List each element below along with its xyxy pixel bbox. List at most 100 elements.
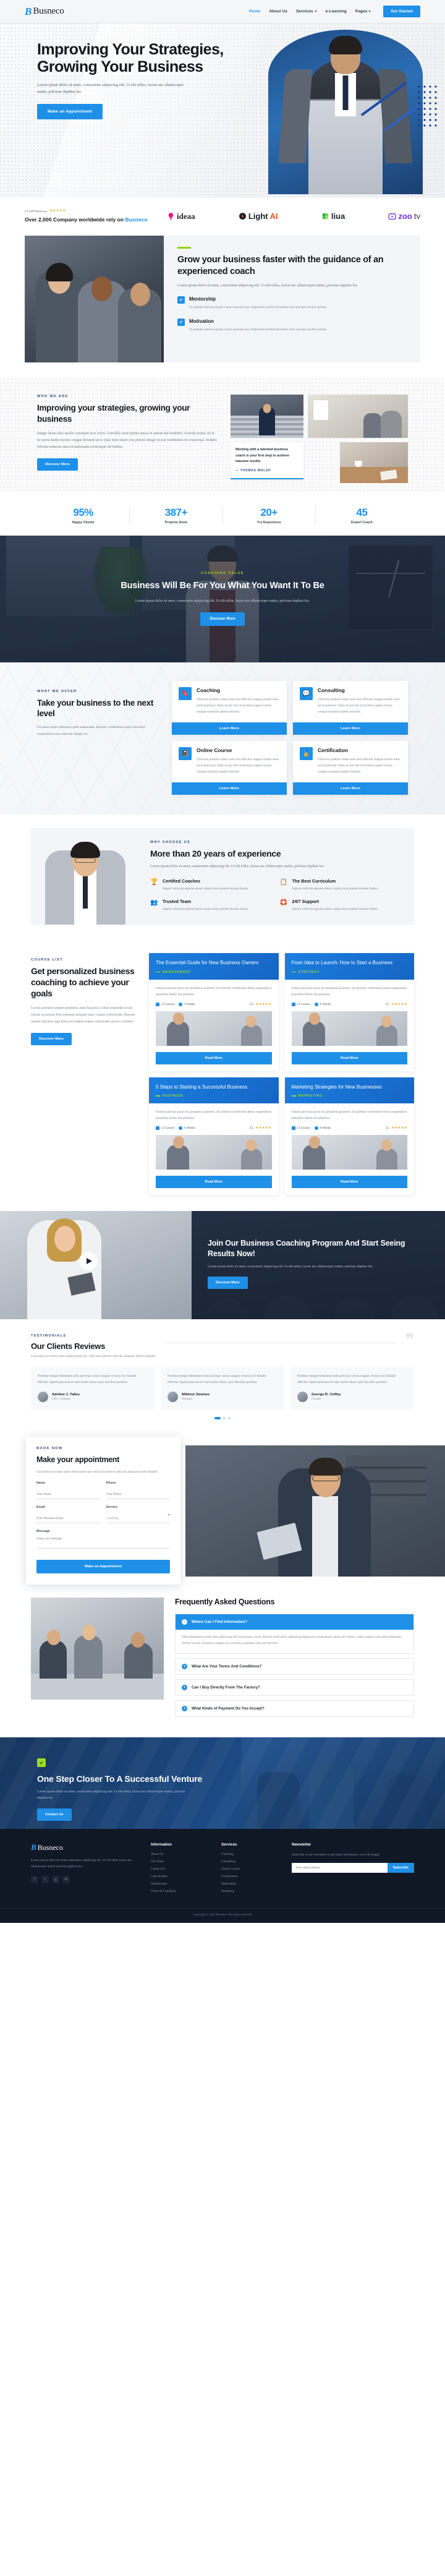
star-rating-icon: ★★★★★ bbox=[391, 1002, 407, 1006]
service-card-certification[interactable]: 🏅 Certification Ultricies porttitor diam… bbox=[293, 740, 408, 795]
nav-item-services[interactable]: Services bbox=[296, 9, 317, 14]
email-input[interactable] bbox=[36, 1515, 101, 1524]
faq-item[interactable]: + What Kinds of Payment Do You Accept? bbox=[175, 1700, 414, 1717]
who-discover-button[interactable]: Discover More bbox=[37, 458, 78, 471]
nav-item-pages[interactable]: Pages bbox=[355, 9, 371, 14]
linkedin-icon[interactable]: in bbox=[62, 1876, 70, 1884]
why-title: More than 20 years of experience bbox=[150, 848, 281, 858]
course-card[interactable]: Marketing Strategies for New Businesses … bbox=[284, 1077, 414, 1195]
carousel-dot-2[interactable] bbox=[223, 1417, 226, 1420]
course-image bbox=[291, 1134, 407, 1170]
final-cta-section: ✔ One Step Closer To A Successful Ventur… bbox=[0, 1737, 445, 1829]
newsletter-email-input[interactable] bbox=[292, 1863, 388, 1873]
footer-link[interactable]: Mentorship bbox=[221, 1882, 283, 1886]
stat-expert-coach: 45 Expert Coach bbox=[316, 507, 408, 524]
why-item-trusted-team: 👥 Trusted Team Aptent vehicula egestas d… bbox=[150, 899, 271, 912]
service-learn-more-button[interactable]: Learn More bbox=[293, 782, 408, 795]
footer-link[interactable]: Contact Us bbox=[151, 1867, 213, 1871]
nav-item-elearning[interactable]: e-Learning bbox=[326, 9, 347, 14]
course-read-more-button[interactable]: Read More bbox=[156, 1051, 272, 1064]
newsletter-subscribe-button[interactable]: Subscribe bbox=[387, 1863, 414, 1873]
carousel-dots[interactable] bbox=[31, 1417, 414, 1420]
clover-icon bbox=[322, 213, 329, 220]
faq-title: Frequently Asked Questions bbox=[175, 1598, 275, 1607]
stat-label: Expert Coach bbox=[351, 520, 373, 524]
appointment-title: Make your appointment bbox=[36, 1455, 119, 1465]
service-card-consulting[interactable]: 💬 Consulting Ultricies porttitor diam ur… bbox=[293, 680, 408, 735]
course-read-more-button[interactable]: Read More bbox=[291, 1175, 407, 1188]
instagram-icon[interactable]: ◎ bbox=[52, 1876, 59, 1884]
logo-mark-icon: B bbox=[25, 5, 32, 17]
notebook-icon: 📓 bbox=[179, 747, 192, 760]
name-input[interactable] bbox=[36, 1491, 101, 1500]
brand-logos: ideaa Light AI liua zoo tv bbox=[155, 212, 420, 221]
faq-question[interactable]: + What Kinds of Payment Do You Accept? bbox=[176, 1701, 413, 1716]
course-read-more-button[interactable]: Read More bbox=[291, 1051, 407, 1064]
footer-column-information: Information About Us Our Team Contact Us… bbox=[151, 1842, 213, 1897]
site-logo[interactable]: B Busneco bbox=[25, 6, 64, 18]
play-icon[interactable] bbox=[79, 1251, 98, 1270]
course-card[interactable]: 5 Steps to Starting a Successful Busines… bbox=[149, 1077, 279, 1195]
why-item-support: 🛟 24/7 Support Aptent vehicula egestas d… bbox=[280, 899, 401, 912]
hero-appointment-button[interactable]: Make an Appointment bbox=[37, 104, 103, 120]
nav-item-home[interactable]: Home bbox=[249, 9, 260, 14]
banner-discover-button[interactable]: Discover More bbox=[200, 612, 245, 627]
appointment-eyebrow: BOOK NOW bbox=[36, 1447, 63, 1451]
facebook-icon[interactable]: f bbox=[31, 1876, 38, 1884]
courses-discover-button[interactable]: Discover More bbox=[31, 1033, 72, 1046]
appointment-submit-button[interactable]: Make an Appointment bbox=[36, 1560, 170, 1574]
carousel-dot-3[interactable] bbox=[228, 1417, 231, 1420]
service-learn-more-button[interactable]: Learn More bbox=[293, 722, 408, 735]
faq-image bbox=[31, 1598, 164, 1700]
message-textarea[interactable] bbox=[36, 1535, 170, 1549]
faq-item[interactable]: + What Are Your Terms And Conditions? bbox=[175, 1658, 414, 1675]
course-card[interactable]: From Idea to Launch: How to Start a Busi… bbox=[284, 953, 414, 1071]
footer-link[interactable]: Certification bbox=[221, 1875, 283, 1878]
service-select[interactable] bbox=[106, 1515, 170, 1524]
footer-link[interactable]: Workshop bbox=[221, 1889, 283, 1893]
course-weeks: 6 Weeks bbox=[184, 1126, 195, 1130]
footer-link[interactable]: Case Studies bbox=[151, 1875, 213, 1878]
phone-input[interactable] bbox=[106, 1491, 170, 1500]
video-cta-button[interactable]: Discover More bbox=[208, 1277, 248, 1290]
service-card-coaching[interactable]: 🔖 Coaching Ultricies porttitor diam urna… bbox=[172, 680, 287, 735]
why-item-desc: Aptent vehicula egestas donec turpis ris… bbox=[163, 886, 249, 891]
video-cta-section: Join Our Business Coaching Program And S… bbox=[0, 1210, 445, 1319]
course-title: The Essential Guide for New Business Own… bbox=[156, 960, 259, 966]
course-read-more-button[interactable]: Read More bbox=[156, 1175, 272, 1188]
service-learn-more-button[interactable]: Learn More bbox=[172, 722, 287, 735]
grow-feature-motivation: ✔ Motivation Ut potenti ultrices ipsum c… bbox=[177, 318, 405, 333]
service-learn-more-button[interactable]: Learn More bbox=[172, 782, 287, 795]
plus-icon: + bbox=[182, 1664, 187, 1669]
faq-question[interactable]: − Where Can I Find Information? bbox=[176, 1614, 413, 1630]
banner-eyebrow: COACHING VALUE bbox=[201, 571, 244, 576]
final-cta-button[interactable]: Contact Us bbox=[37, 1808, 72, 1821]
faq-question[interactable]: + What Are Your Terms And Conditions? bbox=[176, 1659, 413, 1674]
nav-item-about-us[interactable]: About Us bbox=[269, 9, 287, 14]
footer-link[interactable]: Consulting bbox=[221, 1860, 283, 1864]
course-title: From Idea to Launch: How to Start a Busi… bbox=[291, 960, 393, 966]
faq-item[interactable]: + Can I Buy Directly From The Factory? bbox=[175, 1679, 414, 1696]
why-item-certified-coaches: 🏆 Certified Coaches Aptent vehicula eges… bbox=[150, 878, 271, 892]
footer-link[interactable]: Our Team bbox=[151, 1860, 213, 1864]
final-cta-title: One Step Closer To A Successful Venture bbox=[37, 1774, 203, 1784]
category-dash-icon bbox=[291, 971, 296, 973]
service-card-online-course[interactable]: 📓 Online Course Ultricies porttitor diam… bbox=[172, 740, 287, 795]
course-title: Marketing Strategies for New Businesses bbox=[291, 1084, 382, 1090]
footer-link[interactable]: Online Course bbox=[221, 1867, 283, 1871]
carousel-dot-1[interactable] bbox=[214, 1417, 221, 1420]
footer-link[interactable]: Testimonials bbox=[151, 1882, 213, 1886]
footer-link[interactable]: Coaching bbox=[221, 1852, 283, 1856]
faq-question[interactable]: + Can I Buy Directly From The Factory? bbox=[176, 1680, 413, 1695]
footer-logo[interactable]: B Busneco bbox=[31, 1842, 142, 1852]
twitter-icon[interactable]: t bbox=[41, 1876, 49, 1884]
who-we-are-section: WHO WE ARE Improving your strategies, gr… bbox=[0, 379, 445, 491]
footer-link[interactable]: Terms & Condition bbox=[151, 1889, 213, 1893]
faq-item[interactable]: − Where Can I Find Information? Nibh him… bbox=[175, 1614, 414, 1654]
who-image-two bbox=[308, 395, 408, 439]
course-card[interactable]: The Essential Guide for New Business Own… bbox=[149, 953, 279, 1071]
get-started-button[interactable]: Get Started bbox=[383, 6, 420, 17]
faq-question-text: Where Can I Find Information? bbox=[192, 1620, 248, 1625]
stat-label: Yrs Experience bbox=[256, 520, 281, 524]
footer-link[interactable]: About Us bbox=[151, 1852, 213, 1856]
